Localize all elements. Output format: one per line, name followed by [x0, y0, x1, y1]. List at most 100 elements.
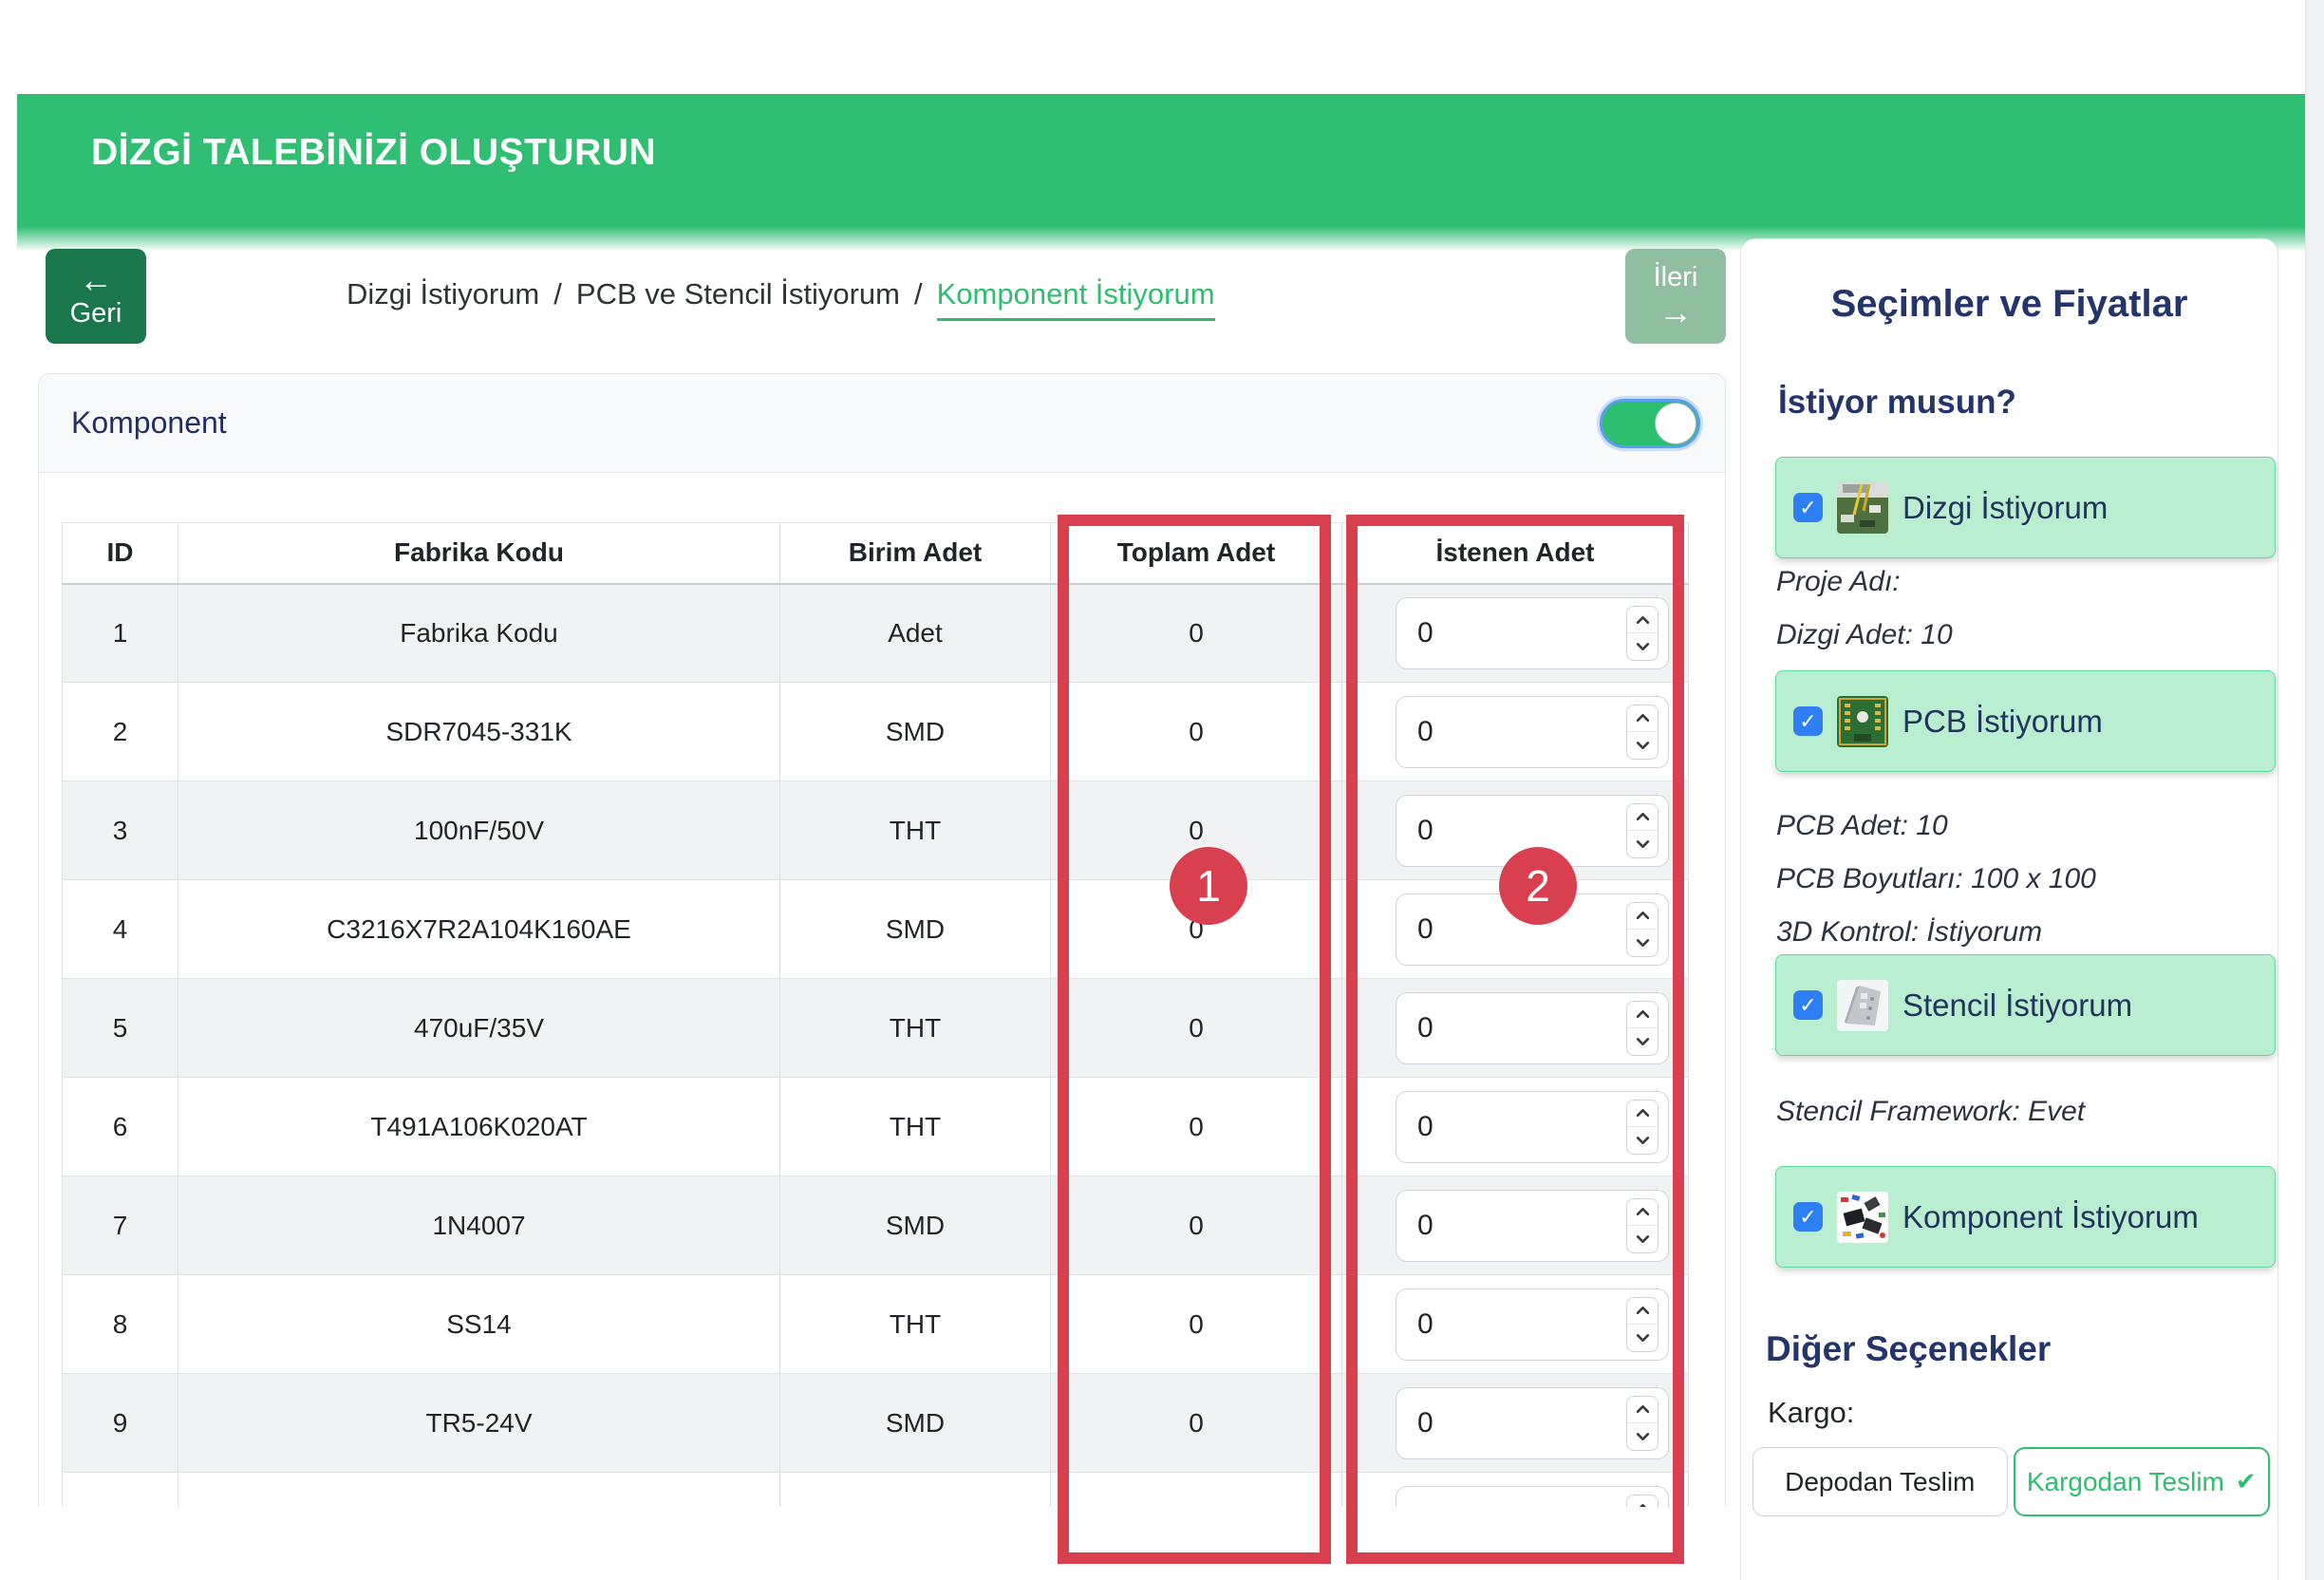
cargo-option-label: Kargodan Teslim: [2027, 1467, 2224, 1497]
header-id: ID: [63, 523, 178, 584]
cell-istenen-adet: [1342, 979, 1689, 1078]
istenen-adet-input[interactable]: [1396, 815, 1577, 847]
option-dizgi-istiyorum[interactable]: ✓ Dizgi İstiyorum: [1775, 457, 2276, 558]
cell-fabrika-kodu: SS14: [178, 1275, 780, 1374]
istenen-adet-field: [1396, 992, 1669, 1064]
stencil-details: Stencil Framework: Evet: [1776, 1085, 2085, 1138]
back-button[interactable]: ← Geri: [46, 249, 146, 344]
number-spinner[interactable]: [1626, 902, 1659, 957]
spinner-up-icon[interactable]: [1627, 903, 1658, 930]
option-komponent-istiyorum[interactable]: ✓ Komponent İstiyorum: [1775, 1166, 2276, 1268]
number-spinner[interactable]: [1626, 803, 1659, 858]
cell-birim-adet: SMD: [780, 683, 1051, 781]
detail-line: PCB Adet: 10: [1776, 799, 2096, 853]
spinner-down-icon[interactable]: [1627, 1422, 1658, 1450]
istenen-adet-input[interactable]: [1396, 716, 1577, 748]
istenen-adet-input[interactable]: [1396, 1407, 1577, 1439]
spinner-up-icon[interactable]: [1627, 607, 1658, 633]
number-spinner[interactable]: [1626, 1495, 1659, 1508]
checkbox-checked-icon[interactable]: ✓: [1793, 493, 1823, 522]
spinner-down-icon[interactable]: [1627, 830, 1658, 857]
cell-birim-adet: THT: [780, 1275, 1051, 1374]
spinner-down-icon[interactable]: [1627, 1126, 1658, 1154]
cell-toplam-adet: 0: [1051, 1473, 1342, 1508]
checkbox-checked-icon[interactable]: ✓: [1793, 1202, 1823, 1232]
page-scrollbar[interactable]: [2305, 0, 2324, 1580]
breadcrumb: Dizgi İstiyorum / PCB ve Stencil İstiyor…: [347, 277, 1215, 321]
spinner-up-icon[interactable]: [1627, 804, 1658, 831]
pcb-photo-icon: [1837, 696, 1888, 747]
dizgi-photo-icon: [1837, 482, 1888, 534]
page-header-bar: DİZGİ TALEBİNİZİ OLUŞTURUN: [17, 94, 2305, 252]
page: DİZGİ TALEBİNİZİ OLUŞTURUN ← Geri Dizgi …: [0, 0, 2324, 1580]
stencil-photo-icon: [1837, 980, 1888, 1031]
spinner-down-icon[interactable]: [1627, 1027, 1658, 1055]
spinner-down-icon[interactable]: [1627, 1324, 1658, 1351]
istenen-adet-input[interactable]: [1396, 913, 1577, 946]
checkbox-checked-icon[interactable]: ✓: [1793, 706, 1823, 736]
component-toggle[interactable]: [1600, 399, 1700, 448]
cargo-depodan-teslim-button[interactable]: Depodan Teslim: [1752, 1447, 2008, 1516]
component-card: Komponent ID Fabrika Kodu Birim Adet Top…: [38, 373, 1726, 1507]
spinner-up-icon[interactable]: [1627, 1002, 1658, 1028]
spinner-up-icon[interactable]: [1627, 1100, 1658, 1127]
dizgi-details: Proje Adı: Dizgi Adet: 10: [1776, 555, 1953, 662]
spinner-up-icon[interactable]: [1627, 705, 1658, 732]
spinner-down-icon[interactable]: [1627, 1225, 1658, 1252]
istenen-adet-input[interactable]: [1396, 1111, 1577, 1143]
option-pcb-istiyorum[interactable]: ✓ PCB İstiyorum: [1775, 670, 2276, 772]
cargo-label: Kargo:: [1768, 1396, 1854, 1430]
istenen-adet-input[interactable]: [1396, 617, 1577, 649]
sidebar-question: İstiyor musun?: [1778, 384, 2016, 422]
cell-id: 10: [63, 1473, 178, 1508]
istenen-adet-input[interactable]: [1396, 1012, 1577, 1044]
breadcrumb-item-komponent-active[interactable]: Komponent İstiyorum: [937, 277, 1215, 321]
spinner-down-icon[interactable]: [1627, 731, 1658, 759]
cell-istenen-adet: [1342, 683, 1689, 781]
cell-id: 2: [63, 683, 178, 781]
next-button[interactable]: İleri →: [1625, 249, 1726, 344]
spinner-up-icon[interactable]: [1627, 1298, 1658, 1325]
cell-fabrika-kodu: Fabrika Kodu: [178, 584, 780, 683]
istenen-adet-field: [1396, 1486, 1669, 1508]
cell-id: 7: [63, 1176, 178, 1275]
checkbox-checked-icon[interactable]: ✓: [1793, 990, 1823, 1020]
cell-fabrika-kodu: TR5-24V: [178, 1374, 780, 1473]
number-spinner[interactable]: [1626, 1001, 1659, 1056]
istenen-adet-input[interactable]: [1396, 1210, 1577, 1242]
number-spinner[interactable]: [1626, 705, 1659, 760]
cell-birim-adet: THT: [780, 1473, 1051, 1508]
cell-istenen-adet: [1342, 1275, 1689, 1374]
istenen-adet-input[interactable]: [1396, 1506, 1577, 1508]
table-row: 8 SS14 THT 0: [63, 1275, 1689, 1374]
istenen-adet-field: [1396, 795, 1669, 867]
spinner-up-icon[interactable]: [1627, 1397, 1658, 1423]
istenen-adet-field: [1396, 1190, 1669, 1262]
breadcrumb-item-dizgi[interactable]: Dizgi İstiyorum: [347, 277, 539, 311]
cell-toplam-adet: 0: [1051, 880, 1342, 979]
header-istenen-adet: İstenen Adet: [1342, 523, 1689, 584]
istenen-adet-input[interactable]: [1396, 1308, 1577, 1341]
spinner-down-icon[interactable]: [1627, 929, 1658, 956]
cell-toplam-adet: 0: [1051, 1176, 1342, 1275]
cell-toplam-adet: 0: [1051, 584, 1342, 683]
breadcrumb-item-pcb-stencil[interactable]: PCB ve Stencil İstiyorum: [576, 277, 900, 311]
spinner-up-icon[interactable]: [1627, 1199, 1658, 1226]
number-spinner[interactable]: [1626, 606, 1659, 661]
cell-toplam-adet: 0: [1051, 683, 1342, 781]
number-spinner[interactable]: [1626, 1396, 1659, 1451]
cell-toplam-adet: 0: [1051, 1275, 1342, 1374]
spinner-up-icon[interactable]: [1627, 1495, 1658, 1508]
spinner-down-icon[interactable]: [1627, 632, 1658, 660]
cell-id: 8: [63, 1275, 178, 1374]
cell-birim-adet: SMD: [780, 1374, 1051, 1473]
cargo-kargodan-teslim-button[interactable]: Kargodan Teslim ✔: [2014, 1447, 2271, 1516]
cell-fabrika-kodu: C3216X7R2A104K160AE: [178, 880, 780, 979]
option-stencil-istiyorum[interactable]: ✓ Stencil İstiyorum: [1775, 954, 2276, 1056]
toggle-knob: [1655, 403, 1696, 444]
istenen-adet-field: [1396, 1288, 1669, 1361]
number-spinner[interactable]: [1626, 1297, 1659, 1352]
number-spinner[interactable]: [1626, 1100, 1659, 1155]
option-label: Komponent İstiyorum: [1902, 1199, 2199, 1235]
number-spinner[interactable]: [1626, 1198, 1659, 1253]
